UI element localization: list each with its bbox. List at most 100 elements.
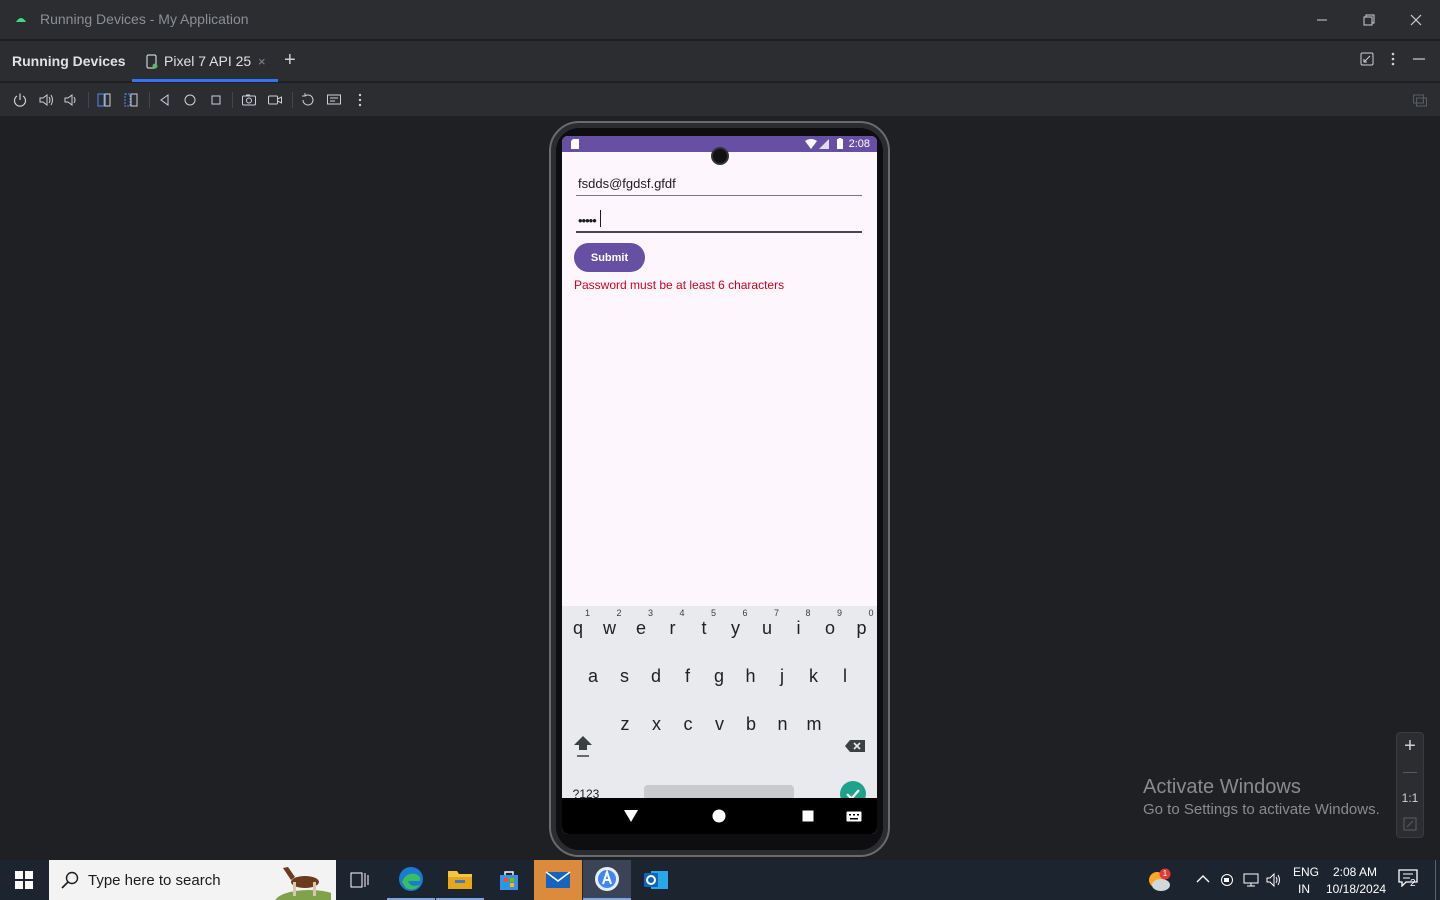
- key-y[interactable]: y6: [721, 606, 751, 650]
- network-icon[interactable]: [1242, 872, 1260, 888]
- toolbar-divider: [149, 92, 150, 108]
- start-button[interactable]: [0, 860, 48, 900]
- power-icon[interactable]: [12, 92, 28, 108]
- key-letter: r: [669, 617, 676, 638]
- more-options-icon[interactable]: [1388, 52, 1398, 66]
- home-icon[interactable]: [182, 92, 198, 108]
- edge-app-button[interactable]: [387, 860, 435, 900]
- key-n[interactable]: n: [768, 702, 798, 746]
- mirror-screen-icon[interactable]: [1412, 92, 1428, 108]
- task-view-icon: [350, 872, 369, 888]
- close-window-button[interactable]: [1393, 0, 1439, 40]
- key-s[interactable]: s: [610, 654, 640, 698]
- volume-down-icon[interactable]: [63, 92, 79, 108]
- key-g[interactable]: g: [704, 654, 734, 698]
- key-a[interactable]: a: [578, 654, 608, 698]
- nav-recents-icon[interactable]: [802, 810, 814, 822]
- minimize-button[interactable]: [1299, 0, 1345, 40]
- zoom-in-button[interactable]: +: [1397, 735, 1423, 758]
- key-number-hint: 6: [742, 608, 748, 618]
- password-field[interactable]: •••••: [576, 206, 862, 233]
- key-j[interactable]: j: [767, 654, 797, 698]
- screen-record-icon[interactable]: [267, 92, 283, 108]
- volume-up-icon[interactable]: [38, 92, 54, 108]
- key-f[interactable]: f: [673, 654, 703, 698]
- show-desktop-button[interactable]: [1435, 860, 1436, 900]
- keyboard-switch-icon[interactable]: [846, 811, 862, 822]
- speaker-volume-icon[interactable]: [1266, 872, 1282, 888]
- key-v[interactable]: v: [705, 702, 735, 746]
- key-o[interactable]: o9: [815, 606, 845, 650]
- add-device-icon[interactable]: +: [284, 49, 296, 72]
- rotate-right-icon[interactable]: [123, 92, 139, 108]
- reset-orientation-icon[interactable]: [300, 92, 316, 108]
- tray-weather-button[interactable]: 1: [1146, 867, 1172, 893]
- outlook-app-button[interactable]: [632, 860, 680, 900]
- android-studio-icon: [16, 18, 26, 22]
- key-d[interactable]: d: [641, 654, 671, 698]
- shift-key[interactable]: [568, 724, 598, 768]
- toolbar-more-icon[interactable]: [352, 92, 368, 108]
- folder-icon: [448, 871, 472, 889]
- tool-window-title: Running Devices: [12, 53, 126, 69]
- hide-panel-icon[interactable]: [1412, 52, 1426, 66]
- key-q[interactable]: q1: [563, 606, 593, 650]
- overview-icon[interactable]: [208, 92, 224, 108]
- nav-home-icon[interactable]: [712, 809, 726, 823]
- toolbar-divider: [292, 92, 293, 108]
- action-center-button[interactable]: 2: [1398, 869, 1422, 893]
- email-value: fsdds@fgdsf.gfdf: [578, 176, 676, 191]
- key-number-hint: 4: [679, 608, 685, 618]
- key-w[interactable]: w2: [595, 606, 625, 650]
- toolbar-divider: [88, 92, 89, 108]
- key-x[interactable]: x: [642, 702, 672, 746]
- outlook-icon: [644, 871, 668, 889]
- watermark-line-2: Go to Settings to activate Windows.: [1143, 801, 1380, 818]
- key-letter: t: [701, 617, 707, 638]
- snapshots-icon[interactable]: [326, 92, 342, 108]
- rotate-left-icon[interactable]: [96, 92, 112, 108]
- file-explorer-button[interactable]: [436, 860, 484, 900]
- key-i[interactable]: i8: [784, 606, 814, 650]
- input-language[interactable]: ENG: [1293, 865, 1319, 879]
- actual-size-button[interactable]: 1:1: [1397, 791, 1423, 805]
- back-icon[interactable]: [157, 92, 173, 108]
- clock-time[interactable]: 2:08 AM: [1333, 865, 1377, 879]
- key-c[interactable]: c: [673, 702, 703, 746]
- task-view-button[interactable]: [336, 860, 384, 900]
- submit-button[interactable]: Submit: [574, 243, 645, 272]
- key-r[interactable]: r4: [658, 606, 688, 650]
- key-l[interactable]: l: [830, 654, 860, 698]
- key-letter: u: [761, 617, 772, 638]
- tab-close-icon[interactable]: ×: [258, 54, 266, 69]
- store-bag-icon: [500, 871, 518, 890]
- key-u[interactable]: u7: [752, 606, 782, 650]
- key-number-hint: 3: [647, 608, 653, 618]
- meet-now-icon[interactable]: [1219, 872, 1235, 888]
- restore-button[interactable]: [1346, 0, 1392, 40]
- key-b[interactable]: b: [736, 702, 766, 746]
- input-region: IN: [1298, 882, 1310, 896]
- email-field[interactable]: fsdds@fgdsf.gfdf: [576, 172, 862, 196]
- key-z[interactable]: z: [610, 702, 640, 746]
- key-e[interactable]: e3: [626, 606, 656, 650]
- key-m[interactable]: m: [799, 702, 829, 746]
- key-t[interactable]: t5: [689, 606, 719, 650]
- screenshot-camera-icon[interactable]: [241, 92, 257, 108]
- zoom-out-button[interactable]: —: [1397, 763, 1423, 779]
- key-p[interactable]: p0: [847, 606, 877, 650]
- taskbar-search-box[interactable]: Type here to search: [49, 860, 336, 900]
- mail-app-button[interactable]: [534, 860, 582, 900]
- tab-pixel-7-api-25[interactable]: Pixel 7 API 25 ×: [132, 41, 278, 82]
- backspace-key[interactable]: [838, 724, 872, 768]
- show-hidden-icons-icon[interactable]: [1196, 874, 1210, 884]
- device-screen[interactable]: 2:08 fsdds@fgdsf.gfdf ••••• Submit Passw…: [562, 136, 877, 834]
- nav-back-icon[interactable]: [624, 810, 638, 822]
- key-h[interactable]: h: [736, 654, 766, 698]
- key-k[interactable]: k: [799, 654, 829, 698]
- fit-screen-icon[interactable]: [1403, 817, 1417, 831]
- android-studio-taskbar-button[interactable]: [583, 860, 631, 900]
- microsoft-store-button[interactable]: [485, 860, 533, 900]
- window-mode-icon[interactable]: [1360, 52, 1374, 66]
- shift-icon: [574, 736, 592, 757]
